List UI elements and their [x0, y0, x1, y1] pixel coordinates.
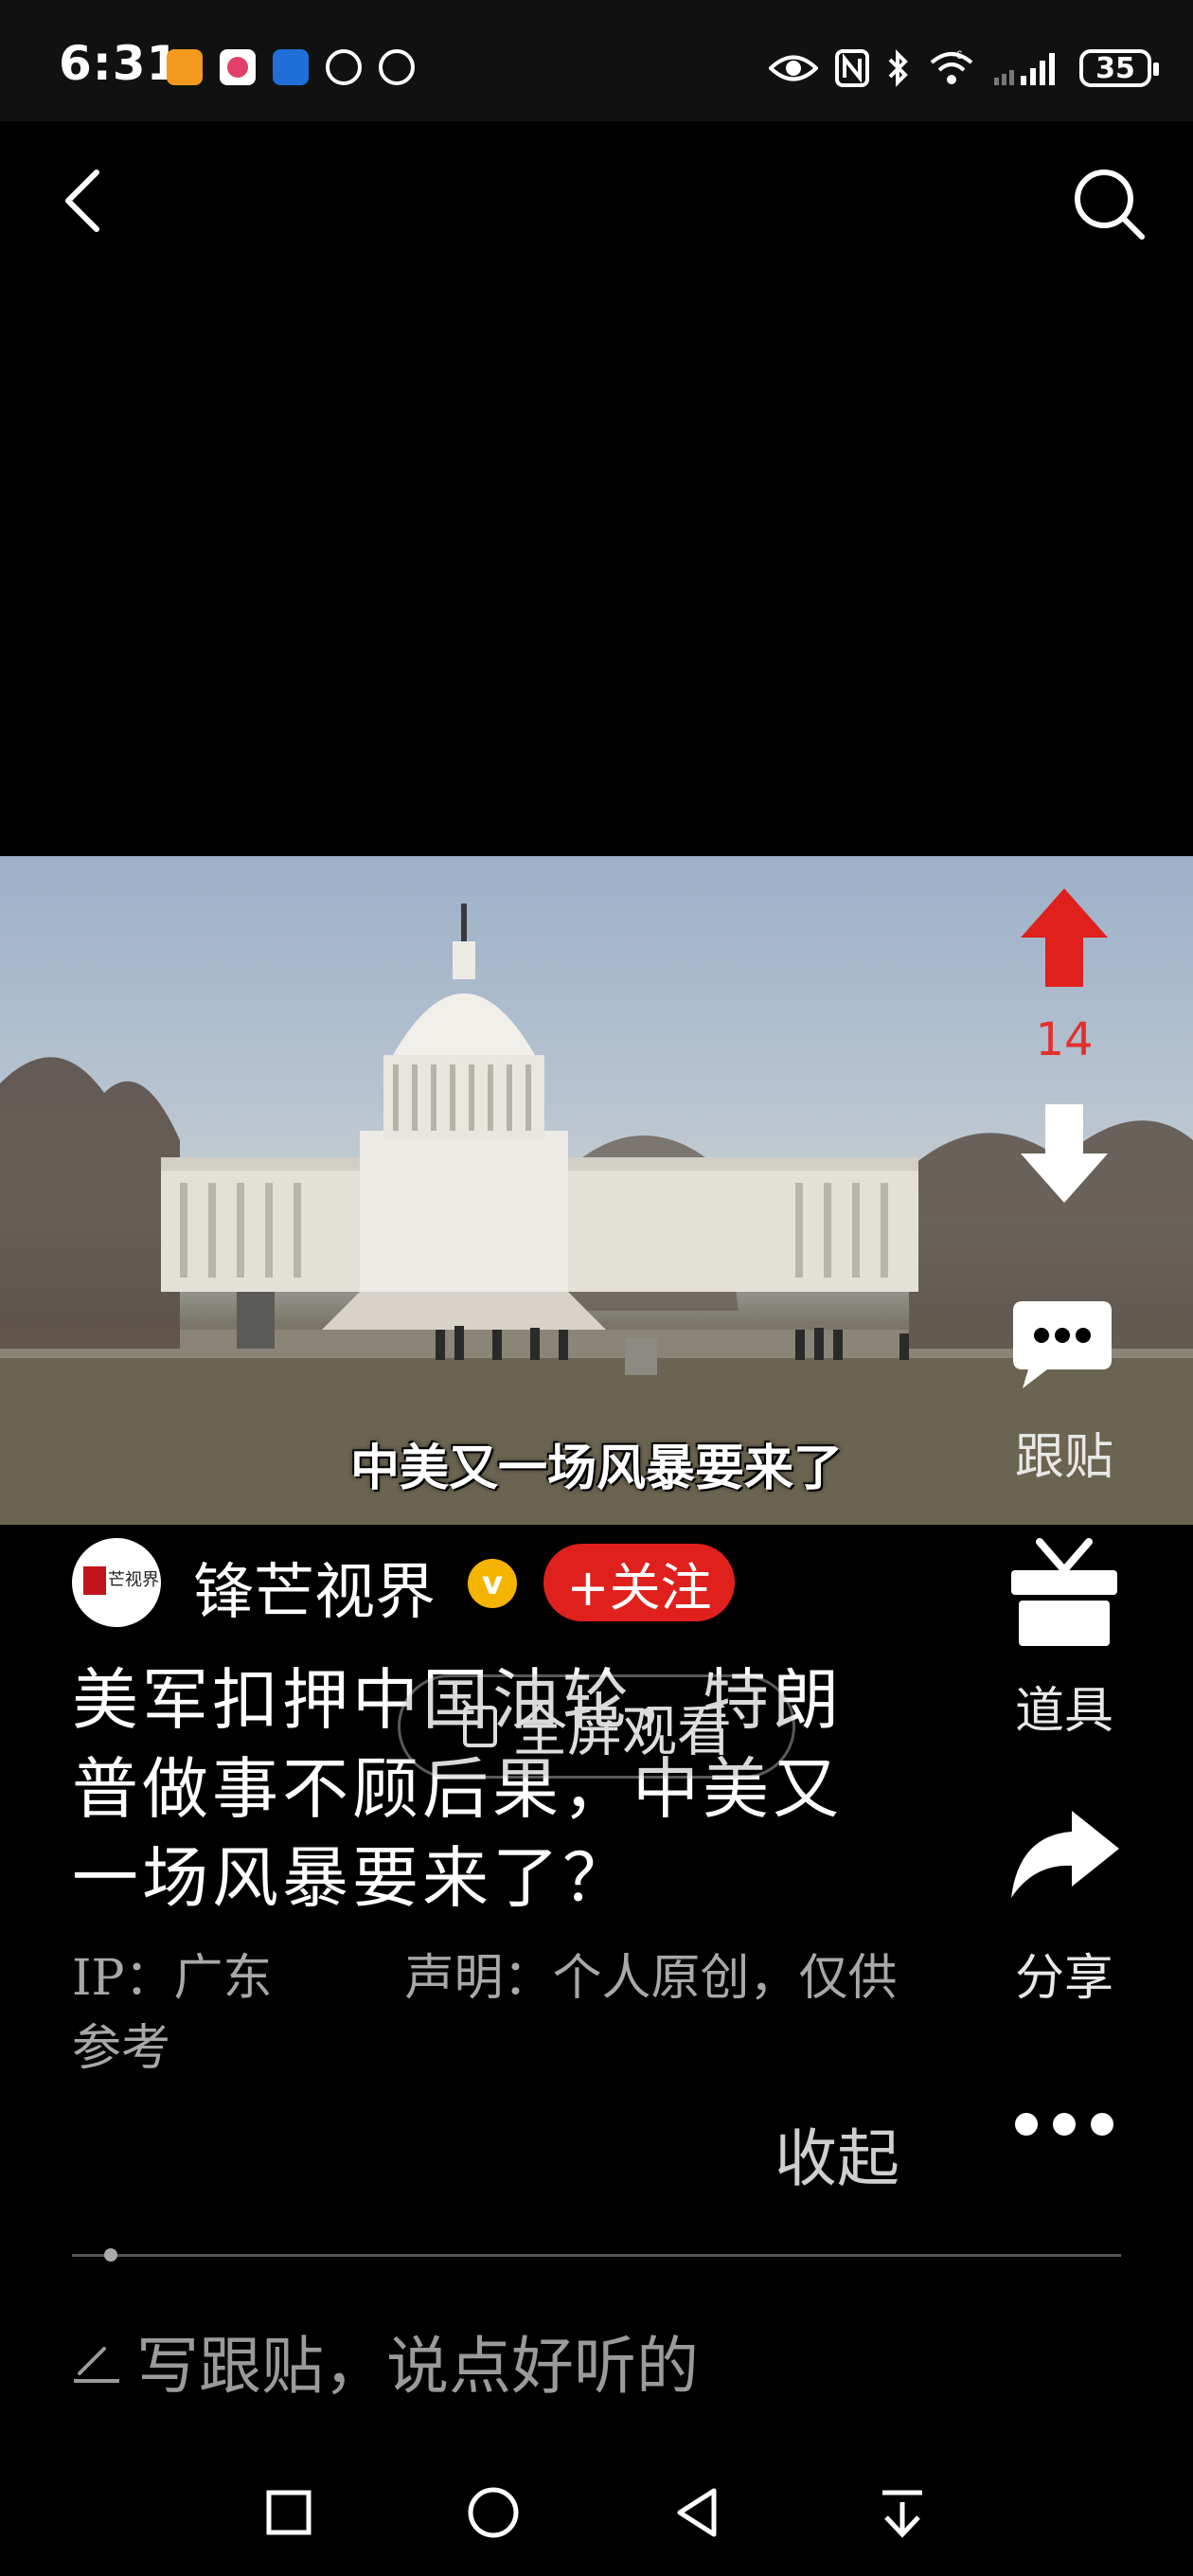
eye-icon [769, 55, 818, 81]
ip-location: IP：广东 [72, 1950, 273, 2007]
video-progress-knob[interactable] [104, 2248, 117, 2262]
back-button[interactable] [49, 163, 125, 239]
app-notification-icon [273, 49, 309, 85]
fullscreen-button[interactable]: 全屏观看 [398, 1674, 795, 1779]
comment-placeholder: 写跟贴，说点好听的 [136, 2330, 699, 2403]
props-label[interactable]: 道具 [970, 1671, 1159, 1742]
verified-badge-icon: v [468, 1559, 517, 1608]
pencil-icon [74, 2347, 119, 2383]
home-button[interactable] [460, 2479, 526, 2546]
author-name[interactable]: 锋芒视界 [193, 1544, 436, 1631]
app-notification-icon [220, 49, 256, 85]
reply-label[interactable]: 跟贴 [970, 1417, 1159, 1488]
share-arrow-icon[interactable] [1006, 1807, 1123, 1902]
upvote-icon[interactable] [1017, 885, 1112, 991]
battery-indicator: 35 [1079, 49, 1159, 87]
share-label[interactable]: 分享 [970, 1938, 1159, 2009]
more-options-icon[interactable] [1011, 2108, 1117, 2140]
network-type-label: 6 [956, 49, 963, 62]
gift-props-icon[interactable] [1006, 1536, 1123, 1650]
status-time: 6:31 [59, 36, 181, 91]
notification-pulldown-button[interactable] [869, 2479, 935, 2546]
post-meta: IP：广东 声明：个人原创，仅供参考 [72, 1943, 924, 2084]
app-notification-icon [326, 49, 362, 85]
speed-gauge-icon [379, 49, 415, 85]
search-button[interactable] [1068, 163, 1149, 244]
collapse-button[interactable]: 收起 [775, 2108, 899, 2199]
upvote-count: 14 [1035, 1013, 1094, 1066]
author-avatar[interactable]: 芒视界 [72, 1538, 161, 1627]
app-notification-icon [167, 49, 203, 85]
downvote-icon[interactable] [1017, 1100, 1112, 1207]
nfc-icon [835, 49, 869, 87]
system-nav-bar [0, 2462, 1193, 2576]
status-bar: 6:31 6 35 [0, 0, 1193, 121]
fullscreen-icon [462, 1706, 497, 1747]
signal-icon [994, 53, 1055, 85]
avatar-logo-text: 芒视界 [108, 1570, 159, 1590]
back-nav-button[interactable] [665, 2479, 731, 2546]
comment-input[interactable]: 写跟贴，说点好听的 [72, 2318, 1121, 2404]
reply-bubble-icon[interactable] [1009, 1297, 1115, 1392]
bluetooth-icon [888, 49, 908, 87]
recent-apps-button[interactable] [256, 2479, 322, 2546]
wifi-icon: 6 [930, 49, 973, 84]
fullscreen-label: 全屏观看 [511, 1699, 732, 1763]
video-progress-track[interactable] [72, 2254, 1121, 2257]
follow-button[interactable]: +关注 [543, 1544, 735, 1621]
